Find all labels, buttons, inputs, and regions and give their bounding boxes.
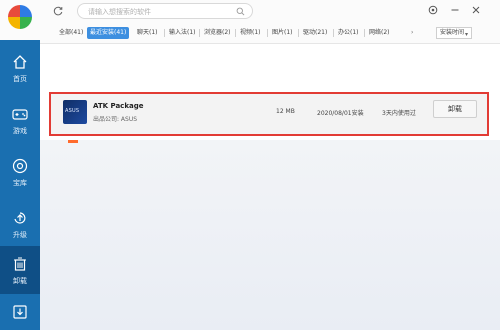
app-size: 12 MB [276, 108, 295, 115]
sidebar-item-label: 宝库 [13, 179, 27, 187]
tab-chat[interactable]: 聊天(1) [137, 27, 158, 39]
list-item[interactable]: ASUS ATK Package 出品公司: ASUS 12 MB 2020/0… [49, 92, 489, 136]
tab-all[interactable]: 全部(41) [59, 27, 83, 39]
install-date: 2020/08/01安装 [317, 110, 364, 117]
tab-recent[interactable]: 最近安装(41) [87, 27, 130, 39]
last-used: 3天内使用过 [382, 110, 416, 117]
tab-divider [333, 29, 334, 37]
search-icon[interactable] [236, 7, 245, 16]
search-box[interactable]: 请输入想搜索的软件 [77, 3, 253, 19]
tab-divider [235, 29, 236, 37]
sidebar-item-label: 升级 [13, 231, 27, 239]
app-publisher: 出品公司: ASUS [93, 116, 138, 123]
tab-driver[interactable]: 驱动(21) [303, 27, 327, 39]
tab-ime[interactable]: 输入法(1) [169, 27, 196, 39]
logo-area [0, 0, 40, 40]
sidebar-item-home[interactable]: 首页 [0, 44, 40, 92]
sidebar-item-treasury[interactable]: 宝库 [0, 148, 40, 196]
sidebar-item-label: 首页 [13, 75, 27, 83]
tab-browser[interactable]: 浏览器(2) [204, 27, 231, 39]
gamepad-icon [12, 109, 28, 120]
asus-logo-icon: ASUS [65, 108, 80, 114]
settings-icon[interactable] [428, 5, 438, 15]
tab-divider [267, 29, 268, 37]
chevron-down-icon: ▾ [464, 31, 468, 38]
app-icon: ASUS [63, 100, 87, 124]
app-logo [8, 5, 32, 29]
sidebar-item-games[interactable]: 游戏 [0, 96, 40, 144]
sort-select[interactable]: 安装时间 ▾ [436, 27, 472, 39]
tab-divider [298, 29, 299, 37]
sidebar-item-downloads[interactable] [0, 296, 40, 330]
tab-image[interactable]: 图片(1) [272, 27, 293, 39]
header: 请输入想搜索的软件 [40, 0, 500, 22]
category-tabs: 全部(41) 最近安装(41) 聊天(1) 输入法(1) 浏览器(2) 视频(1… [40, 22, 500, 44]
home-icon [13, 55, 27, 69]
tab-network[interactable]: 网络(2) [369, 27, 390, 39]
app-name: ATK Package [93, 102, 144, 110]
trash-icon [14, 257, 26, 271]
upgrade-icon [14, 212, 26, 224]
list-overlay [40, 140, 500, 330]
refresh-icon[interactable] [53, 6, 63, 16]
treasury-icon [12, 158, 28, 174]
sidebar-item-label: 卸载 [13, 277, 27, 285]
download-icon [13, 305, 27, 319]
minimize-icon[interactable] [450, 5, 460, 15]
tab-divider [364, 29, 365, 37]
sort-label: 安装时间 [440, 29, 465, 36]
tab-video[interactable]: 视频(1) [240, 27, 261, 39]
uninstall-button[interactable]: 卸载 [433, 100, 477, 118]
sidebar-item-uninstall[interactable]: 卸载 [0, 246, 40, 294]
tabs-more-icon[interactable]: › [411, 27, 413, 39]
tab-office[interactable]: 办公(1) [338, 27, 359, 39]
sidebar-item-upgrade[interactable]: 升级 [0, 200, 40, 248]
sidebar-item-label: 游戏 [13, 127, 27, 135]
tab-divider [164, 29, 165, 37]
next-app-icon-peek [68, 140, 78, 143]
tab-divider [199, 29, 200, 37]
close-icon[interactable] [471, 5, 481, 15]
search-input[interactable]: 请输入想搜索的软件 [88, 7, 151, 17]
